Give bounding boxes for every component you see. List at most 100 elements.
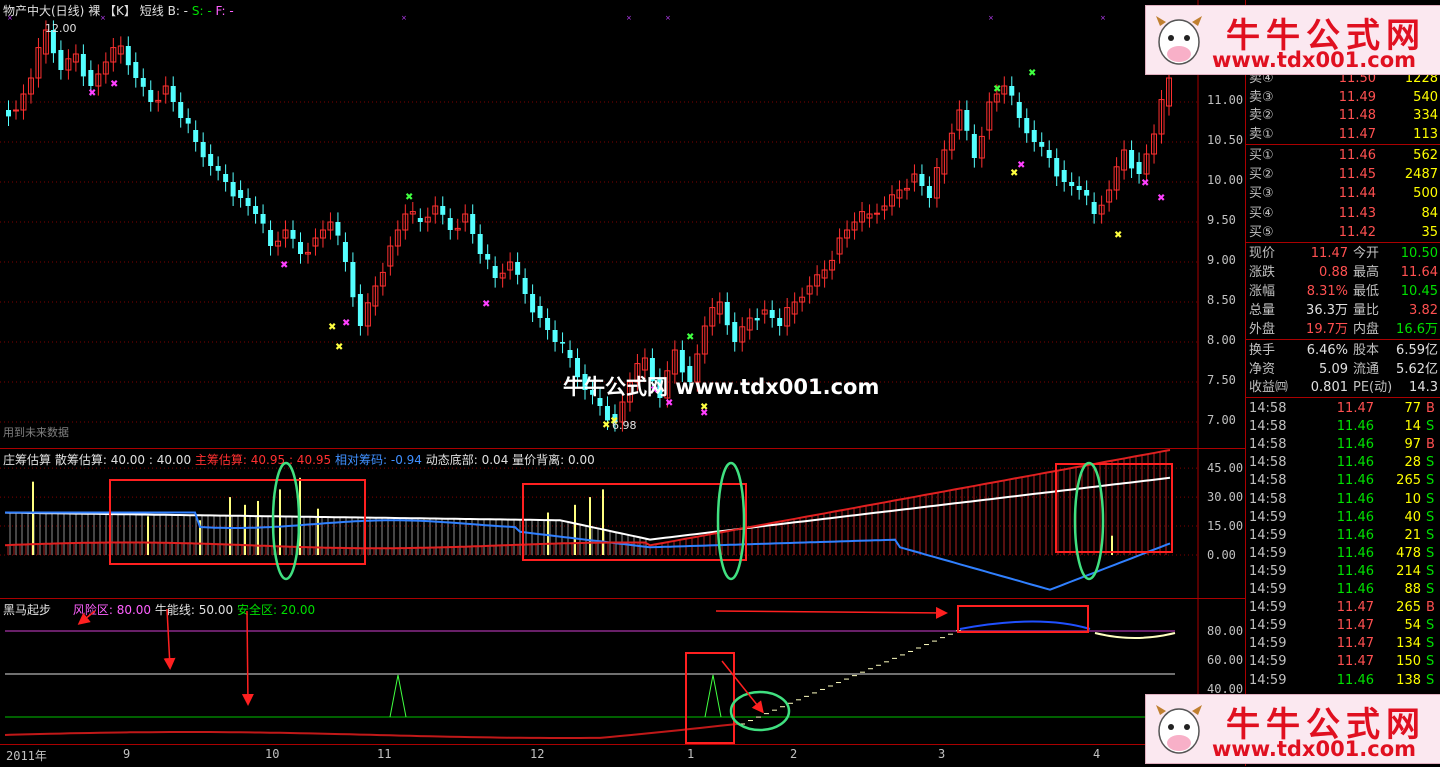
tick-time: 14:59 <box>1249 654 1287 670</box>
sell-row-volume: 540 <box>1413 89 1438 105</box>
buy-row: 买⑤ 11.42 35 <box>1246 224 1440 242</box>
main-y-tick: 8.00 <box>1207 333 1236 347</box>
highlight-ellipse <box>1073 461 1105 581</box>
tick-volume: 134 <box>1396 636 1421 652</box>
buy-row-volume: 500 <box>1413 186 1438 202</box>
darkhorse-line <box>4 722 741 739</box>
candle-body <box>679 350 685 373</box>
stat-row: 总量 36.3万 量比 3.82 <box>1246 302 1440 320</box>
sell-row: 卖② 11.48 334 <box>1246 107 1440 125</box>
tick-side: S <box>1426 654 1435 670</box>
tick-row: 14:58 11.46 10 S <box>1246 491 1440 509</box>
buy-row-volume: 2487 <box>1404 167 1438 183</box>
candle-body <box>874 212 881 215</box>
candle-body <box>357 294 363 326</box>
candle-body <box>125 46 131 66</box>
stat-key-1: 净资 <box>1249 361 1276 377</box>
buy-row-price: 11.43 <box>1338 205 1376 221</box>
stat-row: 外盘 19.7万 内盘 16.6万 <box>1246 321 1440 339</box>
tick-time: 14:58 <box>1249 455 1287 471</box>
tick-time: 14:58 <box>1249 491 1287 507</box>
tick-time: 14:59 <box>1249 600 1287 616</box>
tick-volume: 265 <box>1396 473 1421 489</box>
tick-volume: 21 <box>1404 527 1421 543</box>
sell-row-price: 11.48 <box>1338 108 1376 123</box>
tick-row: 14:59 11.46 88 S <box>1246 581 1440 599</box>
tick-side: S <box>1426 582 1435 597</box>
tick-price: 11.46 <box>1336 527 1374 543</box>
sell-row: 卖③ 11.49 540 <box>1246 89 1440 107</box>
tick-side: S <box>1426 672 1435 688</box>
stat-value-1: 5.09 <box>1319 361 1348 377</box>
candle-body <box>477 234 483 254</box>
annotation-arrow <box>77 610 96 625</box>
tick-time: 14:59 <box>1249 636 1287 652</box>
x-tick: 3 <box>938 747 946 761</box>
buy-row-price: 11.45 <box>1338 167 1376 183</box>
candle-body <box>1084 190 1090 196</box>
signal-marker: ✖ <box>1017 160 1025 171</box>
indicator-chip-panel[interactable]: 庄筹估算 散筹估算: 40.00 : 40.00 主筹估算: 40.95 : 4… <box>0 448 1245 599</box>
candle-body <box>350 262 356 298</box>
candle-body <box>140 78 146 87</box>
main-y-tick: 10.50 <box>1207 133 1244 147</box>
stat-key-2: 股本 <box>1353 343 1380 358</box>
candle-body <box>545 318 551 330</box>
high-price-label: 12.00 <box>45 22 77 35</box>
candle-body <box>335 222 341 236</box>
cow-icon <box>1156 705 1202 754</box>
stat-value-2: 10.50 <box>1400 246 1438 261</box>
ind2-y-tick: 80.00 <box>1207 624 1244 638</box>
indicator-darkhorse-panel[interactable]: 黑马起步 风险区: 80.00 牛能线: 50.00 安全区: 20.00 80… <box>0 598 1245 745</box>
stat-key-1: 涨跌 <box>1249 265 1276 280</box>
signal-marker: ✖ <box>482 299 490 310</box>
tick-volume: 77 <box>1404 401 1421 416</box>
tick-volume: 28 <box>1404 455 1421 471</box>
logo-bottom-url: www.tdx001.com <box>1212 737 1417 761</box>
stat-value-1: 11.47 <box>1310 246 1348 261</box>
stat-value-2: 11.64 <box>1400 265 1438 280</box>
buy-row-volume: 35 <box>1421 224 1438 240</box>
x-tick: 12 <box>530 747 545 761</box>
candle-body <box>1009 86 1015 96</box>
spike-2 <box>704 674 722 718</box>
x-tick: 9 <box>123 747 131 761</box>
spike-1 <box>389 674 407 718</box>
candle-body <box>238 190 244 198</box>
peak-line <box>959 620 1091 630</box>
stat-value-2: 5.62亿 <box>1396 361 1438 377</box>
main-y-tick: 10.00 <box>1207 173 1244 187</box>
stat-row: 换手 6.46% 股本 6.59亿 <box>1246 342 1440 360</box>
highlight-ellipse <box>729 690 791 732</box>
candle-body <box>12 109 19 112</box>
tick-row: 14:59 11.47 54 S <box>1246 617 1440 635</box>
tick-time: 14:58 <box>1249 437 1287 453</box>
candle-body <box>971 134 977 158</box>
stat-row: 净资 5.09 流通 5.62亿 <box>1246 361 1440 379</box>
tick-row: 14:58 11.46 265 S <box>1246 472 1440 490</box>
candle-body <box>1016 102 1022 118</box>
candle-body <box>926 186 932 198</box>
x-tick: 2 <box>790 747 798 761</box>
signal-marker: ✖ <box>342 318 350 329</box>
ind1-y-tick: 0.00 <box>1207 548 1236 562</box>
candle-body <box>245 198 251 206</box>
buy-row: 买① 11.46 562 <box>1246 147 1440 165</box>
stat-key-2: 今开 <box>1353 246 1380 261</box>
candle-body <box>485 254 491 260</box>
ind1-y-tick: 45.00 <box>1207 461 1244 475</box>
tick-row: 14:59 11.46 21 S <box>1246 527 1440 545</box>
candle-body <box>1031 130 1037 142</box>
candle-body <box>440 206 446 215</box>
logo-bottom: 牛牛公式网 www.tdx001.com <box>1145 694 1440 764</box>
main-y-tick: 11.00 <box>1207 93 1244 107</box>
tick-side: S <box>1426 509 1435 525</box>
sell-row-label: 卖③ <box>1249 89 1274 105</box>
tick-side: B <box>1426 600 1435 616</box>
chip-indicator-chart <box>0 449 1199 599</box>
candle-body <box>223 174 229 182</box>
x-tick: 4 <box>1093 747 1101 761</box>
candle-body <box>552 330 558 342</box>
top-marker: × <box>1100 14 1106 22</box>
signal-marker: ✖ <box>1157 193 1165 204</box>
